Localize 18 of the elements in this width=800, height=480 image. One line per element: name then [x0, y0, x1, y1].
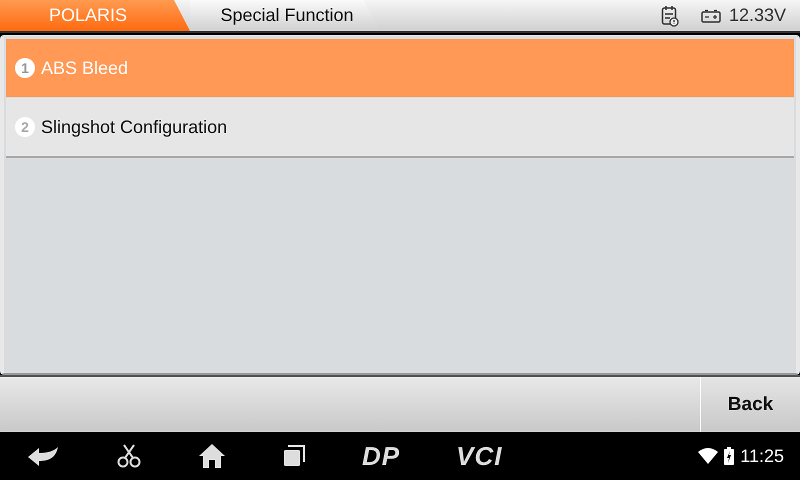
number-badge: 2: [15, 117, 35, 137]
dp-logo[interactable]: DP: [362, 440, 400, 472]
menu-item-label: ABS Bleed: [41, 58, 128, 78]
recent-apps-icon[interactable]: [282, 444, 306, 468]
vci-logo[interactable]: VCI: [456, 440, 502, 472]
scissors-icon[interactable]: [116, 443, 142, 469]
number-badge: 1: [15, 58, 35, 78]
wifi-icon: [698, 448, 718, 464]
battery-charging-icon: [724, 447, 734, 465]
back-button[interactable]: Back: [700, 377, 800, 432]
back-icon[interactable]: [26, 445, 60, 467]
calendar-alert-icon: [660, 4, 679, 26]
menu-item[interactable]: 2 Slingshot Configuration: [6, 98, 794, 158]
voltage-reading: 12.33V: [728, 5, 786, 26]
menu-item-label: Slingshot Configuration: [41, 116, 228, 138]
clock-time: 11:25: [740, 446, 784, 466]
home-icon[interactable]: [198, 443, 226, 469]
battery-icon: [700, 8, 721, 22]
